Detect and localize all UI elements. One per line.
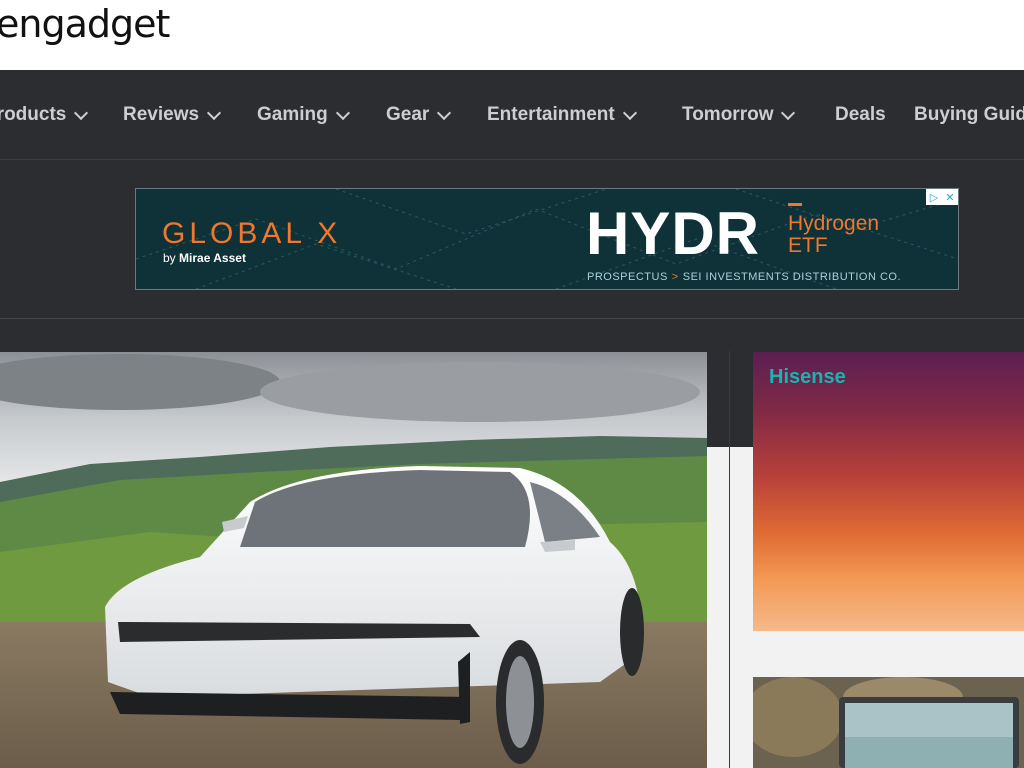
nav-item-gear[interactable]: Gear (386, 103, 452, 127)
nav-item-tomorrow[interactable]: Tomorrow (682, 103, 796, 127)
nav-item-label: Reviews (123, 104, 200, 125)
nav-item-entertainment[interactable]: Entertainment (487, 103, 637, 127)
ad-byline-prefix: by (163, 251, 176, 265)
chevron-down-icon (622, 105, 637, 120)
ad-accent-dash (788, 203, 802, 206)
nav-item-products[interactable]: Products (0, 103, 89, 127)
ad-distributor: SEI INVESTMENTS DISTRIBUTION CO. (682, 271, 902, 283)
chevron-down-icon (781, 105, 796, 120)
hero-image[interactable] (0, 352, 707, 768)
nav-item-deals[interactable]: Deals (835, 103, 886, 127)
nav-item-label: Gaming (257, 104, 328, 125)
nav-item-label: Entertainment (487, 104, 615, 125)
nav-item-buying-guides[interactable]: Buying Guides (914, 103, 1024, 127)
ad-ticker: HYDR (586, 200, 761, 267)
main-nav: Products Reviews Gaming Gear Entertainme… (0, 70, 1024, 160)
ad-product-line1: Hydrogen (788, 212, 880, 235)
adchoices-icon[interactable]: ▷ (926, 189, 942, 205)
sidebar-article-thumbnail[interactable] (753, 677, 1024, 768)
hero-car-photo (0, 352, 707, 768)
ad-brand: GLOBAL X (162, 217, 342, 250)
ad-byline: by Mirae Asset (163, 251, 246, 265)
ad-product-name: Hydrogen ETF (788, 203, 880, 257)
hisense-logo: Hisense (769, 366, 846, 388)
arrow-right-icon: > (671, 271, 679, 283)
chevron-down-icon (335, 105, 350, 120)
chevron-down-icon (74, 105, 89, 120)
ad-byline-company: Mirae Asset (179, 251, 246, 265)
thumbnail-image (753, 677, 1024, 768)
ad-controls: ▷ ✕ (926, 189, 958, 205)
nav-item-gaming[interactable]: Gaming (257, 103, 350, 127)
chevron-down-icon (437, 105, 452, 120)
nav-item-label: Buying Guides (914, 104, 1024, 125)
nav-item-label: Tomorrow (682, 104, 774, 125)
chevron-down-icon (206, 105, 222, 120)
ad-footer: PROSPECTUS > SEI INVESTMENTS DISTRIBUTION … (587, 271, 901, 283)
ad-band: GLOBAL X by Mirae Asset HYDR Hydrogen ET… (0, 160, 1024, 319)
ad-banner-hydr[interactable]: GLOBAL X by Mirae Asset HYDR Hydrogen ET… (135, 188, 959, 290)
nav-item-label: Deals (835, 104, 886, 125)
nav-item-label: Products (0, 104, 67, 125)
nav-item-label: Gear (386, 104, 430, 125)
column-divider (729, 351, 730, 768)
engadget-logo[interactable]: engadget (0, 2, 170, 46)
ad-prospectus-link[interactable]: PROSPECTUS (587, 271, 668, 283)
ad-product-line2: ETF (788, 234, 828, 257)
site-header: engadget (0, 0, 1024, 70)
nav-item-reviews[interactable]: Reviews (123, 103, 222, 127)
close-icon[interactable]: ✕ (942, 189, 958, 205)
sidebar-ad-hisense[interactable]: Hisense (753, 352, 1024, 631)
